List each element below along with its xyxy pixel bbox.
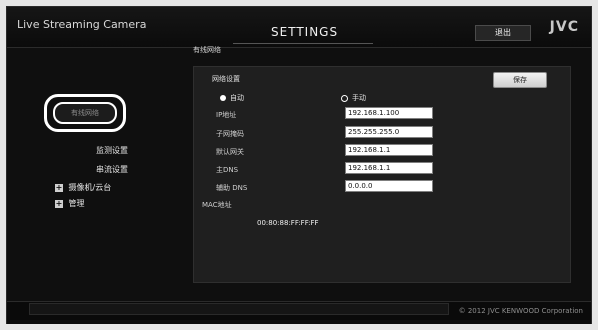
sidebar-item-label: 摄像机/云台: [68, 183, 112, 192]
expand-plus-icon[interactable]: +: [55, 183, 63, 192]
panel-title: 网络设置: [212, 75, 240, 83]
ip-address-label: IP地址: [216, 111, 237, 119]
sidebar-item-management[interactable]: + 管理: [55, 198, 85, 209]
default-gateway-field[interactable]: 192.168.1.1: [345, 144, 433, 156]
exit-button[interactable]: 退出: [475, 25, 531, 41]
mode-auto-label: 自动: [230, 94, 244, 102]
title-underline: [233, 43, 373, 44]
section-title: 有线网络: [193, 46, 221, 54]
subnet-mask-field[interactable]: 255.255.255.0: [345, 126, 433, 138]
expand-plus-icon[interactable]: +: [55, 199, 63, 208]
save-button[interactable]: 保存: [493, 72, 547, 88]
sidebar-item-monitoring[interactable]: 监测设置: [67, 145, 157, 156]
brand-logo: JVC: [549, 19, 579, 35]
sidebar: 有线网络 监测设置 串流设置 + 摄像机/云台 + 管理: [7, 47, 193, 283]
mode-auto-radio[interactable]: 自动: [220, 93, 244, 103]
sidebar-item-streaming[interactable]: 串流设置: [67, 164, 157, 175]
default-gateway-label: 默认网关: [216, 148, 244, 156]
sidebar-item-camera-ptz[interactable]: + 摄像机/云台: [55, 182, 111, 193]
app-window: Live Streaming Camera SETTINGS 退出 JVC 有线…: [6, 6, 592, 324]
radio-selected-icon: [220, 95, 226, 101]
subnet-mask-label: 子网掩码: [216, 130, 244, 138]
screen-frame: Live Streaming Camera SETTINGS 退出 JVC 有线…: [0, 0, 598, 330]
app-title: Live Streaming Camera: [17, 18, 147, 31]
radio-unselected-icon: [341, 94, 348, 102]
copyright-text: © 2012 JVC KENWOOD Corporation: [458, 307, 583, 315]
mac-address-value: 00:80:88:FF:FF:FF: [257, 219, 319, 227]
mac-address-label: MAC地址: [202, 201, 232, 209]
primary-dns-label: 主DNS: [216, 166, 239, 174]
sidebar-item-label: 管理: [68, 199, 85, 208]
ip-address-field[interactable]: 192.168.1.100: [345, 107, 433, 119]
secondary-dns-field[interactable]: 0.0.0.0: [345, 180, 433, 192]
sidebar-item-wired-network[interactable]: 有线网络: [53, 102, 117, 124]
page-title: SETTINGS: [271, 25, 339, 39]
mode-manual-label: 手动: [352, 94, 366, 102]
secondary-dns-label: 辅助 DNS: [216, 184, 248, 192]
top-bar: Live Streaming Camera SETTINGS 退出 JVC: [7, 7, 591, 48]
settings-panel: 网络设置 保存 自动 手动 IP地址 192.168.1.100 子网掩码 25…: [193, 66, 571, 283]
mode-manual-radio[interactable]: 手动: [341, 93, 366, 103]
status-strip: [29, 303, 449, 315]
primary-dns-field[interactable]: 192.168.1.1: [345, 162, 433, 174]
